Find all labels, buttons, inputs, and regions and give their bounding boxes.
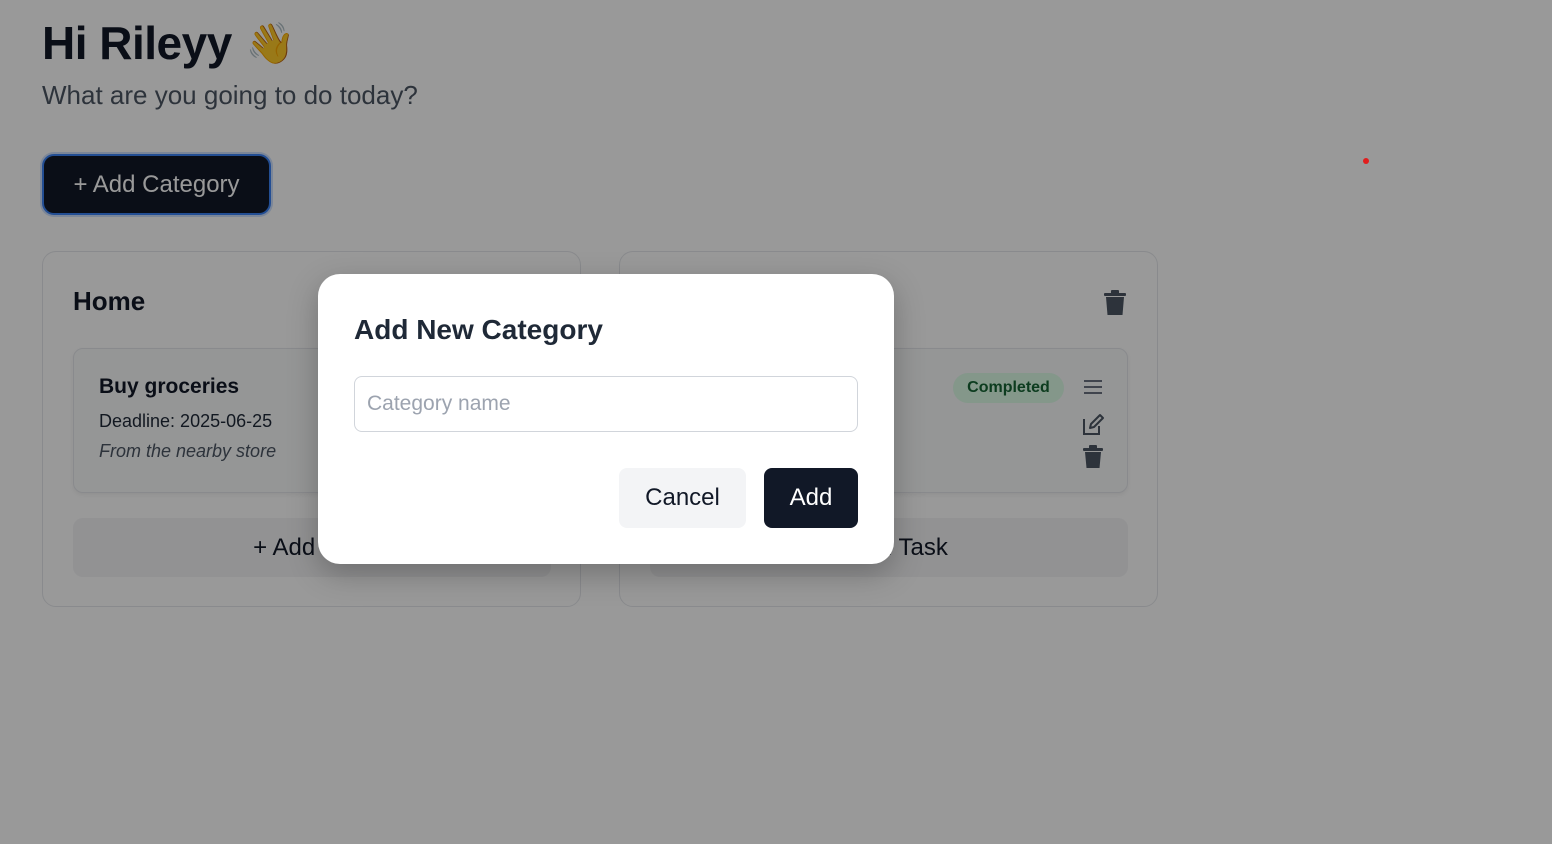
dialog-title: Add New Category: [354, 314, 603, 345]
cancel-button[interactable]: Cancel: [619, 468, 746, 528]
cursor-indicator: [1363, 158, 1369, 164]
add-category-dialog: Add New Category Cancel Add: [318, 274, 894, 564]
category-name-input[interactable]: [354, 376, 858, 432]
add-button[interactable]: Add: [764, 468, 858, 528]
